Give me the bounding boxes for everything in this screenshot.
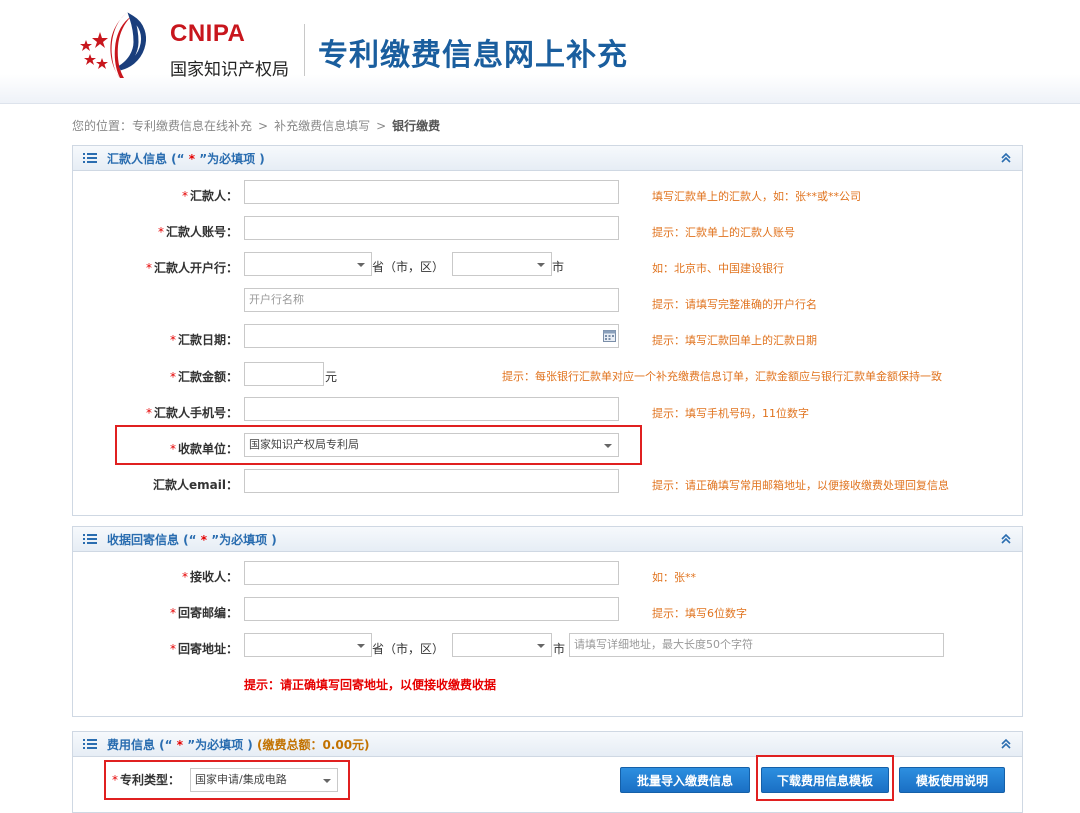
fee-panel-title: 费用信息 (“ * ”为必填项 ) (缴费总额：0.00元) — [107, 736, 370, 753]
phone-hint: 提示：填写手机号码，11位数字 — [652, 407, 809, 420]
recipient-label: * 接收人： — [181, 570, 238, 584]
breadcrumb-item-fill[interactable]: 补充缴费信息填写 — [274, 119, 370, 133]
address-province-select[interactable] — [244, 633, 372, 657]
title-prefix: 汇款人信息 (“ — [107, 152, 185, 166]
required-star: * — [196, 533, 212, 547]
bank-city-select[interactable] — [452, 252, 552, 276]
chevron-down-icon — [604, 444, 612, 448]
title-suffix: ”为必填项 ) — [199, 152, 265, 166]
required-star: * — [172, 738, 188, 752]
remitter-input[interactable] — [244, 180, 619, 204]
postcode-input[interactable] — [244, 597, 619, 621]
payee-select[interactable]: 国家知识产权局专利局 — [244, 433, 619, 457]
list-icon — [83, 739, 97, 749]
page-title: 专利缴费信息网上补充 — [318, 38, 628, 73]
breadcrumb-separator: > — [258, 119, 269, 133]
patent-type-label: * 专利类型： — [112, 773, 181, 787]
recipient-hint: 如：张** — [652, 571, 696, 584]
amount-label: * 汇款金额： — [169, 370, 238, 384]
amount-hint: 提示：每张银行汇款单对应一个补充缴费信息订单，汇款金额应与银行汇款单金额保持一致 — [502, 370, 942, 383]
title-prefix: 费用信息 (“ — [107, 738, 173, 752]
postcode-label: * 回寄邮编： — [169, 606, 238, 620]
bank-branch-input[interactable]: 开户行名称 — [244, 288, 619, 312]
recipient-input[interactable] — [244, 561, 619, 585]
chevron-down-icon — [537, 644, 545, 648]
remitter-hint: 填写汇款单上的汇款人，如：张**或**公司 — [652, 190, 861, 203]
amount-unit: 元 — [325, 370, 338, 384]
bank-city-unit: 市 — [552, 260, 565, 274]
brand-en: CNIPA — [170, 20, 246, 47]
amount-input[interactable] — [244, 362, 324, 386]
bank-branch-hint: 提示：请填写完整准确的开户行名 — [652, 298, 817, 311]
chevron-down-icon — [323, 779, 331, 783]
bank-province-select[interactable] — [244, 252, 372, 276]
address-province-unit: 省（市，区） — [372, 642, 445, 656]
fee-panel-header: 费用信息 (“ * ”为必填项 ) (缴费总额：0.00元) — [73, 732, 1022, 757]
chevron-down-icon — [357, 263, 365, 267]
required-star: * — [184, 152, 200, 166]
email-hint: 提示：请正确填写常用邮箱地址，以便接收缴费处理回复信息 — [652, 479, 949, 492]
breadcrumb-item-current: 银行缴费 — [392, 119, 441, 133]
email-input[interactable] — [244, 469, 619, 493]
address-hint: 提示：请正确填写回寄地址，以便接收缴费收据 — [244, 678, 497, 692]
download-template-button[interactable]: 下载费用信息模板 — [761, 767, 889, 793]
receipt-panel: 收据回寄信息 (“ * ”为必填项 ) — [72, 526, 1023, 717]
chevron-down-icon — [537, 263, 545, 267]
header-divider — [304, 24, 305, 76]
phone-label: * 汇款人手机号： — [145, 406, 238, 420]
batch-import-button[interactable]: 批量导入缴费信息 — [620, 767, 750, 793]
chevron-down-icon — [357, 644, 365, 648]
bank-label: * 汇款人开户行： — [145, 261, 238, 275]
account-label: * 汇款人账号： — [157, 225, 238, 239]
cnipa-logo-icon — [80, 12, 146, 78]
brand-cn: 国家知识产权局 — [170, 60, 289, 80]
address-city-select[interactable] — [452, 633, 552, 657]
collapse-icon[interactable] — [1000, 152, 1012, 164]
account-input[interactable] — [244, 216, 619, 240]
postcode-hint: 提示：填写6位数字 — [652, 607, 747, 620]
date-hint: 提示：填写汇款回单上的汇款日期 — [652, 334, 817, 347]
collapse-icon[interactable] — [1000, 533, 1012, 545]
breadcrumb-separator: > — [376, 119, 387, 133]
email-label: 汇款人email： — [153, 478, 238, 492]
title-suffix: ”为必填项 ) — [211, 533, 277, 547]
calendar-icon[interactable] — [603, 330, 616, 342]
collapse-icon[interactable] — [1000, 738, 1012, 750]
payee-label: * 收款单位： — [169, 442, 238, 456]
phone-input[interactable] — [244, 397, 619, 421]
title-prefix: 收据回寄信息 (“ — [107, 533, 197, 547]
address-detail-input[interactable]: 请填写详细地址，最大长度50个字符 — [569, 633, 944, 657]
breadcrumb-prefix: 您的位置： — [72, 119, 133, 133]
list-icon — [83, 534, 97, 544]
breadcrumb-item-online[interactable]: 专利缴费信息在线补充 — [132, 119, 252, 133]
account-hint: 提示：汇款单上的汇款人账号 — [652, 226, 795, 239]
remitter-label: * 汇款人： — [181, 189, 238, 203]
fee-total: (缴费总额：0.00元) — [256, 738, 370, 752]
address-city-unit: 市 — [553, 642, 566, 656]
receipt-panel-header: 收据回寄信息 (“ * ”为必填项 ) — [73, 527, 1022, 552]
bank-province-unit: 省（市，区） — [372, 260, 445, 274]
address-label: * 回寄地址： — [169, 642, 238, 656]
template-help-button[interactable]: 模板使用说明 — [899, 767, 1005, 793]
date-input[interactable] — [244, 324, 619, 348]
site-header: CNIPA 国家知识产权局 专利缴费信息网上补充 — [0, 0, 1080, 104]
bank-hint: 如：北京市、中国建设银行 — [652, 262, 784, 275]
title-suffix: ”为必填项 ) — [187, 738, 253, 752]
receipt-panel-title: 收据回寄信息 (“ * ”为必填项 ) — [107, 531, 277, 548]
breadcrumb: 您的位置：专利缴费信息在线补充 > 补充缴费信息填写 > 银行缴费 — [72, 117, 440, 134]
list-icon — [83, 153, 97, 163]
remitter-panel-header: 汇款人信息 (“ * ”为必填项 ) — [73, 146, 1022, 171]
date-label: * 汇款日期： — [169, 333, 238, 347]
patent-type-select[interactable]: 国家申请/集成电路 — [190, 768, 338, 792]
remitter-panel-title: 汇款人信息 (“ * ”为必填项 ) — [107, 150, 265, 167]
